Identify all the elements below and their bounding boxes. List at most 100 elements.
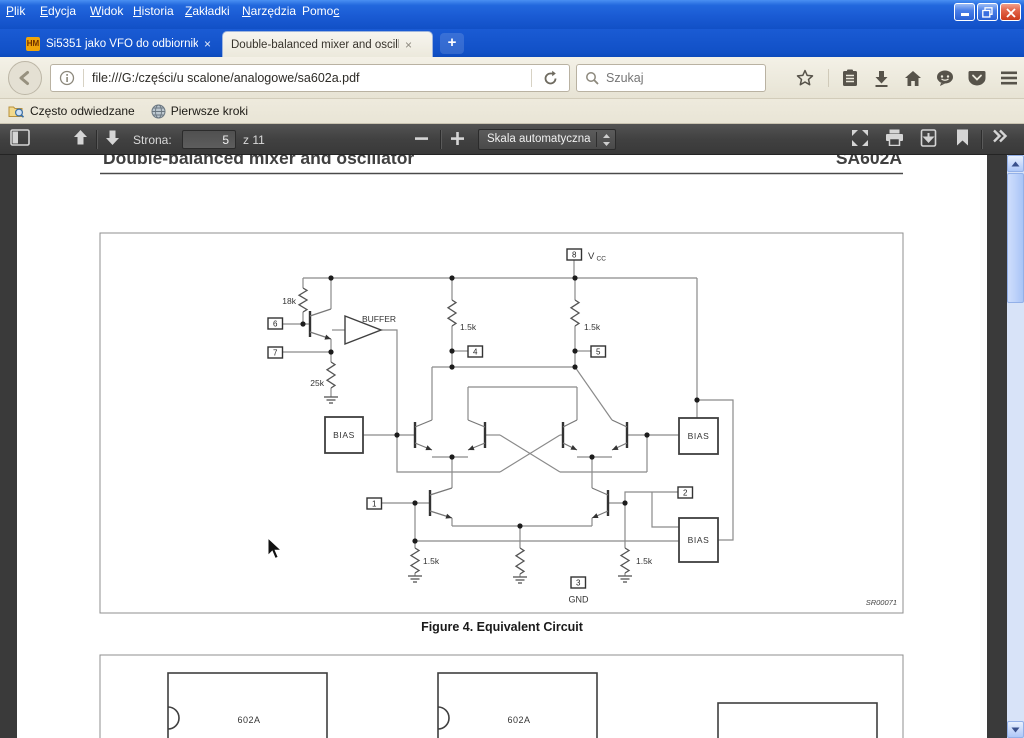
r15k-label: 1.5k — [423, 556, 440, 566]
menu-historia[interactable]: Historia — [133, 4, 174, 18]
svg-text:1: 1 — [372, 500, 377, 509]
bookmark-getting-started[interactable]: Pierwsze kroki — [151, 104, 248, 119]
fullscreen-icon — [851, 129, 869, 147]
svg-text:6: 6 — [273, 320, 278, 329]
tab-si5351[interactable]: HM Si5351 jako VFO do odbiornik... × — [20, 31, 218, 57]
downloads-icon[interactable] — [872, 69, 890, 87]
gnd-label: GND — [569, 595, 590, 605]
previous-page-button[interactable] — [72, 129, 89, 146]
svg-text:BIAS: BIAS — [688, 535, 710, 545]
toolbar-divider — [981, 130, 982, 149]
r25k-label: 25k — [310, 378, 324, 388]
figure4-frame — [100, 233, 903, 613]
buffer-label: BUFFER — [362, 314, 396, 324]
zoom-out-button[interactable] — [414, 131, 429, 146]
scroll-down-button[interactable] — [1007, 721, 1024, 738]
url-input[interactable] — [84, 71, 531, 85]
tab-sa602a-active[interactable]: Double-balanced mixer and oscillat... × — [222, 31, 433, 57]
menu-widok[interactable]: Widok — [90, 4, 123, 18]
plus-icon — [450, 131, 465, 146]
toolbar-divider — [440, 130, 441, 149]
bookmark-star-icon[interactable] — [796, 69, 814, 87]
tab-strip: HM Si5351 jako VFO do odbiornik... × Dou… — [0, 29, 1024, 57]
minimize-button[interactable] — [954, 3, 975, 21]
search-icon — [585, 71, 600, 86]
zoom-scale-select[interactable]: Skala automatyczna — [478, 129, 616, 150]
page-number-input[interactable] — [182, 130, 236, 149]
scroll-up-button[interactable] — [1007, 155, 1024, 172]
restore-icon — [982, 7, 993, 18]
scroll-up-icon — [1011, 161, 1020, 167]
reading-list-icon[interactable] — [828, 69, 858, 87]
back-arrow-icon — [16, 69, 34, 87]
home-icon[interactable] — [904, 69, 922, 87]
pdf-viewer-content[interactable]: Double-balanced mixer and oscillator SA6… — [0, 155, 1024, 738]
doc-header-part: SA602A — [836, 155, 903, 168]
download-button[interactable] — [920, 129, 937, 147]
pocket-icon[interactable] — [968, 69, 986, 87]
r15k-label: 1.5k — [460, 322, 477, 332]
scroll-down-icon — [1011, 727, 1020, 733]
sidebar-toggle-button[interactable] — [10, 129, 30, 146]
bookmark-most-visited[interactable]: Często odwiedzane — [8, 104, 135, 118]
toolbar-divider — [96, 130, 97, 149]
download-icon — [920, 129, 937, 147]
svg-text:4: 4 — [473, 348, 478, 357]
arrow-down-icon — [104, 129, 121, 146]
close-button[interactable] — [1000, 3, 1021, 21]
tab-close-icon[interactable]: × — [405, 38, 412, 52]
ic-label: 602A — [507, 715, 530, 725]
scrollbar-thumb[interactable] — [1007, 173, 1024, 303]
r18k-label: 18k — [282, 296, 296, 306]
vcc-label: V — [588, 251, 595, 262]
figure5-frame — [100, 655, 903, 738]
globe-icon — [151, 104, 166, 119]
reload-icon[interactable] — [542, 70, 559, 87]
r15k-label: 1.5k — [636, 556, 653, 566]
pdf-toolbar: Strona: z 11 Skala automatyczna — [0, 124, 1024, 155]
print-button[interactable] — [885, 129, 904, 146]
toolbar-more-button[interactable] — [992, 129, 1008, 143]
folder-search-icon — [8, 104, 25, 118]
svg-text:BIAS: BIAS — [333, 430, 355, 440]
menu-hamburger-icon[interactable] — [1000, 69, 1018, 87]
select-arrows-icon — [602, 133, 611, 154]
arrow-up-icon — [72, 129, 89, 146]
presentation-mode-button[interactable] — [851, 129, 869, 147]
url-divider — [531, 69, 532, 87]
page-label: Strona: — [133, 133, 172, 147]
vertical-scrollbar[interactable] — [1007, 155, 1024, 738]
doc-header-title: Double-balanced mixer and oscillator — [103, 155, 414, 168]
minimize-icon — [961, 13, 969, 16]
menu-edycja[interactable]: Edycja — [40, 4, 76, 18]
next-page-button[interactable] — [104, 129, 121, 146]
new-tab-button[interactable]: + — [440, 33, 464, 54]
info-icon[interactable] — [59, 70, 75, 86]
svg-text:2: 2 — [683, 489, 688, 498]
tab-close-icon[interactable]: × — [204, 37, 211, 51]
zoom-in-button[interactable] — [450, 131, 465, 146]
svg-text:3: 3 — [576, 579, 581, 588]
navigation-toolbar — [0, 57, 1024, 99]
back-button[interactable] — [8, 61, 42, 95]
search-bar[interactable] — [576, 64, 766, 92]
sidebar-icon — [10, 129, 30, 146]
menu-pomoc[interactable]: Pomoc — [302, 4, 339, 18]
r15k-label: 1.5k — [584, 322, 601, 332]
ic-label: 602A — [237, 715, 260, 725]
restore-button[interactable] — [977, 3, 998, 21]
search-input[interactable] — [606, 71, 736, 85]
svg-text:BIAS: BIAS — [688, 431, 710, 441]
tab-favicon: HM — [26, 37, 40, 51]
menu-plik[interactable]: Plik — [6, 4, 25, 18]
menu-zakladki[interactable]: Zakładki — [185, 4, 230, 18]
svg-text:CC: CC — [597, 256, 607, 263]
minus-icon — [414, 131, 429, 146]
close-icon — [1006, 8, 1016, 18]
figure-watermark: SR00071 — [866, 598, 897, 607]
hello-chat-icon[interactable] — [936, 69, 954, 87]
bookmark-view-button[interactable] — [956, 129, 969, 146]
url-bar[interactable] — [50, 64, 570, 92]
ribbon-icon — [956, 129, 969, 146]
menu-narzedzia[interactable]: Narzędzia — [242, 4, 296, 18]
